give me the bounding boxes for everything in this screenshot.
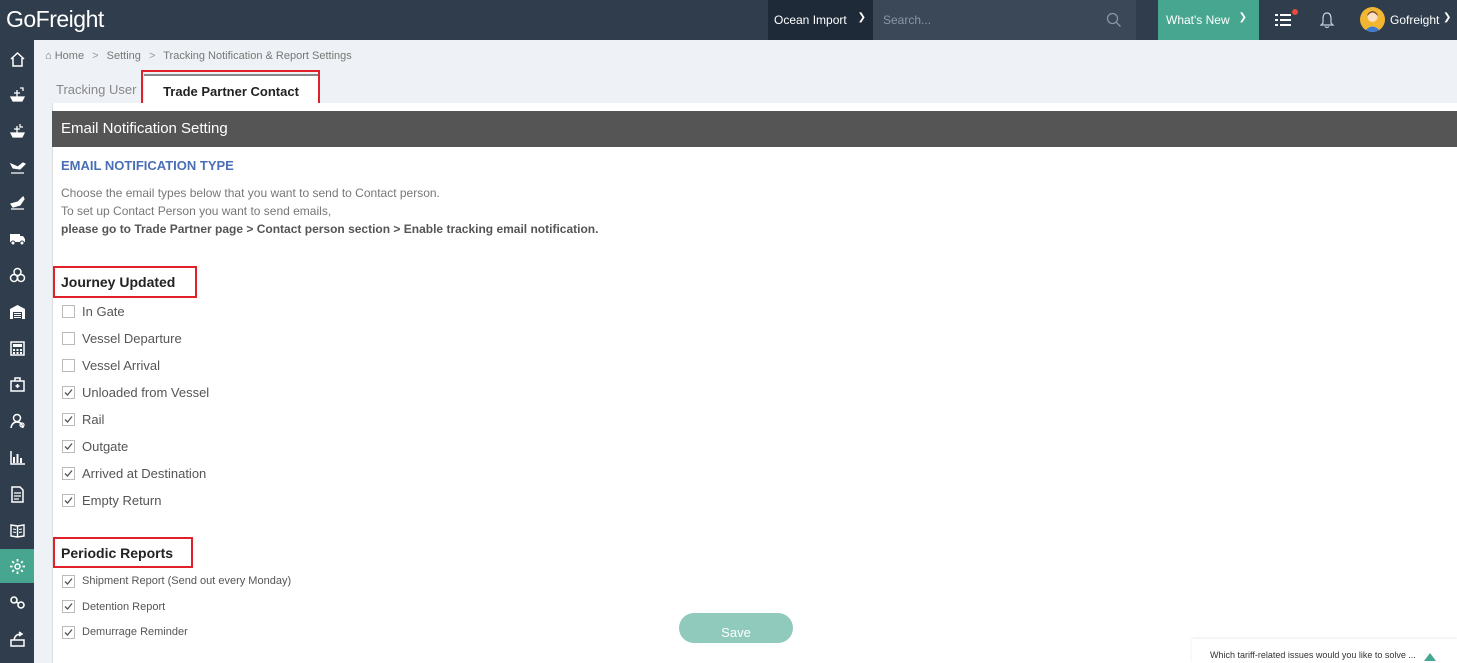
journey-checkbox-row[interactable]: Arrived at Destination [62,465,206,481]
mode-select-label: Ocean Import [774,13,847,27]
checkbox-label: Unloaded from Vessel [82,384,210,400]
description-line: To set up Contact Person you want to sen… [61,204,332,218]
checkbox-label: Empty Return [82,492,162,508]
checkbox-label: Rail [82,411,105,427]
checkbox-label: Detention Report [82,600,166,613]
search-icon[interactable] [1106,12,1122,28]
search-input[interactable] [883,12,1103,28]
checkbox-unchecked[interactable] [62,358,75,372]
bell-icon[interactable] [1319,11,1335,29]
top-bar: GoFreight Ocean Import ❯ What's New ❯ Go… [0,0,1457,40]
checkbox-checked[interactable] [62,600,75,613]
ocean-import-icon[interactable] [0,113,34,147]
breadcrumb-separator: > [92,50,99,62]
reports-icon[interactable] [0,440,34,474]
chevron-down-icon[interactable]: ❯ [1443,12,1451,23]
journey-checkbox-row[interactable]: In Gate [62,303,125,319]
highlight-box [53,266,197,298]
checkbox-label: Demurrage Reminder [82,626,188,638]
task-list-icon[interactable] [1274,11,1294,29]
truck-icon[interactable] [0,221,34,255]
journey-checkbox-row[interactable]: Rail [62,411,104,427]
checkbox-label: Shipment Report (Send out every Monday) [82,575,292,587]
document-icon[interactable] [0,477,34,511]
checkbox-checked[interactable] [62,466,75,480]
breadcrumb-separator: > [148,50,156,62]
checkbox-checked[interactable] [62,385,75,399]
home-icon[interactable] [0,42,34,76]
checkbox-unchecked[interactable] [62,304,75,318]
periodic-checkbox-row[interactable]: Shipment Report (Send out every Monday) [62,573,291,589]
checkbox-checked[interactable] [62,625,75,639]
whats-new-label: What's New [1166,13,1230,27]
breadcrumb-home[interactable]: Home [55,50,84,62]
breadcrumb: ⌂ Home > Setting > Tracking Notification… [45,50,352,62]
search-box [873,0,1136,40]
contacts-icon[interactable] [0,403,34,437]
side-nav [0,40,34,663]
description-line: Choose the email types below that you wa… [61,186,440,200]
link-icon[interactable] [0,585,34,619]
book-icon[interactable] [0,513,34,547]
description-instruction: please go to Trade Partner page > Contac… [61,222,599,236]
settings-icon[interactable] [0,549,34,583]
breadcrumb-setting[interactable]: Setting [107,50,141,62]
breadcrumb-current: Tracking Notification & Report Settings [163,50,352,62]
journey-checkbox-row[interactable]: Vessel Departure [62,330,182,346]
app-logo[interactable]: GoFreight [6,6,104,33]
checkbox-checked[interactable] [62,412,75,426]
air-import-icon[interactable] [0,185,34,219]
survey-widget[interactable]: Which tariff-related issues would you li… [1192,639,1457,663]
warehouse-icon[interactable] [0,294,34,328]
checkbox-checked[interactable] [62,574,75,588]
home-icon[interactable]: ⌂ [45,50,52,62]
notification-dot [1292,9,1298,15]
journey-checkbox-row[interactable]: Vessel Arrival [62,357,160,373]
highlight-box [53,537,193,568]
section-title: EMAIL NOTIFICATION TYPE [61,158,234,173]
air-export-icon[interactable] [0,149,34,183]
checkbox-label: Vessel Arrival [82,357,161,373]
survey-text: Which tariff-related issues would you li… [1210,650,1416,660]
chevron-up-icon[interactable] [1424,653,1436,661]
periodic-checkbox-row[interactable]: Demurrage Reminder [62,624,188,640]
checkbox-checked[interactable] [62,439,75,453]
checkbox-label: In Gate [82,303,125,319]
avatar[interactable] [1360,7,1385,32]
checkbox-label: Vessel Departure [82,330,182,346]
chevron-down-icon: ❯ [857,12,866,23]
chevron-down-icon: ❯ [1238,12,1247,23]
checkbox-label: Arrived at Destination [82,465,207,481]
ocean-export-icon[interactable] [0,77,34,111]
user-name[interactable]: Gofreight [1390,13,1439,27]
journey-checkbox-row[interactable]: Outgate [62,438,128,454]
mode-select[interactable]: Ocean Import ❯ [768,0,873,40]
journey-checkbox-row[interactable]: Unloaded from Vessel [62,384,209,400]
save-button[interactable]: Save [679,613,793,643]
toolbox-icon[interactable] [0,367,34,401]
accounting-icon[interactable] [0,331,34,365]
tab-tracking-user[interactable]: Tracking User [56,74,136,103]
panel-header: Email Notification Setting [52,111,1457,147]
periodic-checkbox-row[interactable]: Detention Report [62,599,165,615]
checkbox-label: Outgate [82,438,129,454]
checkbox-checked[interactable] [62,493,75,507]
checkbox-unchecked[interactable] [62,331,75,345]
journey-checkbox-row[interactable]: Empty Return [62,492,161,508]
whats-new-button[interactable]: What's New ❯ [1158,0,1259,40]
misc-icon[interactable] [0,258,34,292]
share-icon[interactable] [0,622,34,656]
